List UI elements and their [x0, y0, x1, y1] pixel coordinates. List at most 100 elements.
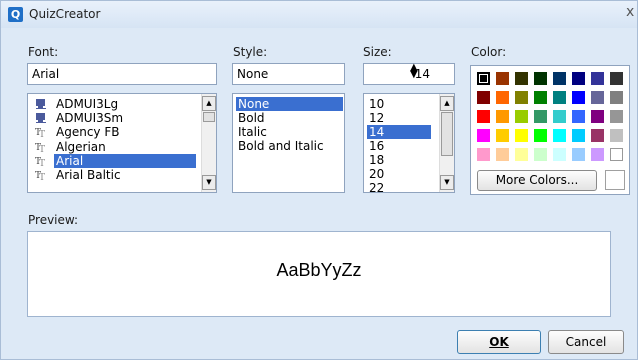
more-colors-button[interactable]: More Colors...: [477, 170, 597, 191]
color-swatch[interactable]: [496, 129, 509, 142]
svg-text:T: T: [39, 159, 45, 167]
color-swatch[interactable]: [477, 91, 490, 104]
size-field[interactable]: 14: [363, 63, 455, 85]
font-label: Font:: [28, 45, 59, 59]
svg-text:T: T: [39, 130, 45, 138]
scroll-thumb[interactable]: [203, 112, 215, 122]
color-label: Color:: [471, 45, 507, 59]
size-list-item[interactable]: 12: [367, 111, 386, 125]
size-list-item[interactable]: 22: [367, 181, 386, 192]
scroll-thumb[interactable]: [441, 112, 453, 156]
truetype-font-icon: TT: [35, 169, 47, 183]
color-swatch[interactable]: [610, 110, 623, 123]
size-label: Size:: [363, 45, 392, 59]
truetype-font-icon: TT: [35, 126, 47, 140]
size-listbox[interactable]: 22 20 18 16 14 12 10 ▲ ▼: [363, 93, 455, 193]
color-swatch[interactable]: [496, 72, 509, 85]
color-swatch[interactable]: [515, 129, 528, 142]
color-swatch[interactable]: [477, 72, 490, 85]
font-list-item[interactable]: Agency FB: [54, 125, 121, 139]
color-swatch[interactable]: [591, 91, 604, 104]
title-bar: Q QuizCreator x: [1, 1, 637, 28]
style-field[interactable]: None: [232, 63, 345, 85]
svg-text:T: T: [39, 145, 45, 153]
color-swatch[interactable]: [610, 72, 623, 85]
color-swatch[interactable]: [572, 91, 585, 104]
font-name-field[interactable]: Arial: [27, 63, 217, 85]
color-swatch[interactable]: [553, 72, 566, 85]
font-list-item[interactable]: Algerian: [54, 140, 108, 154]
size-spinner[interactable]: ▲ ▼: [410, 63, 418, 80]
color-swatch[interactable]: [553, 148, 566, 161]
preview-box: AaBbYyZz: [27, 231, 611, 317]
font-list-item[interactable]: Arial Baltic: [54, 168, 123, 182]
spin-down-icon[interactable]: ▼: [410, 70, 418, 80]
color-swatch[interactable]: [553, 129, 566, 142]
color-swatch[interactable]: [534, 129, 547, 142]
font-scrollbar[interactable]: ▲ ▼: [201, 94, 216, 192]
style-list-item[interactable]: Bold and Italic: [236, 139, 326, 153]
color-swatch[interactable]: [591, 148, 604, 161]
color-swatch[interactable]: [572, 110, 585, 123]
color-swatch[interactable]: [591, 72, 604, 85]
color-swatch[interactable]: [496, 148, 509, 161]
preview-sample: AaBbYyZz: [276, 260, 362, 280]
color-swatch[interactable]: [534, 91, 547, 104]
size-scrollbar[interactable]: ▲ ▼: [439, 94, 454, 192]
font-dialog: Q QuizCreator x Font: Arial ▲ ▼ ADMUI3Lg…: [0, 0, 638, 360]
color-swatch[interactable]: [534, 110, 547, 123]
style-listbox[interactable]: None Bold Italic Bold and Italic: [232, 93, 345, 193]
size-list-item[interactable]: 20: [367, 167, 386, 181]
color-swatch[interactable]: [477, 129, 490, 142]
cancel-button[interactable]: Cancel: [548, 330, 624, 354]
color-swatch[interactable]: [553, 110, 566, 123]
style-label: Style:: [233, 45, 268, 59]
raster-font-icon: [35, 98, 47, 110]
preview-label: Preview:: [28, 213, 79, 227]
style-list-item[interactable]: None: [236, 97, 343, 111]
color-swatch[interactable]: [477, 148, 490, 161]
color-swatch[interactable]: [572, 148, 585, 161]
custom-color-swatch[interactable]: [605, 170, 625, 190]
color-swatch[interactable]: [610, 91, 623, 104]
color-swatch[interactable]: [591, 110, 604, 123]
svg-text:T: T: [39, 173, 45, 181]
font-list-item[interactable]: ADMUI3Lg: [54, 97, 120, 111]
size-list-item[interactable]: 14: [367, 125, 431, 139]
color-swatch[interactable]: [515, 148, 528, 161]
color-palette: More Colors...: [470, 65, 630, 195]
ok-button[interactable]: OK: [457, 330, 541, 354]
color-swatch[interactable]: [515, 110, 528, 123]
color-swatch[interactable]: [572, 129, 585, 142]
color-swatch[interactable]: [553, 91, 566, 104]
color-swatch[interactable]: [477, 110, 490, 123]
color-swatch[interactable]: [610, 129, 623, 142]
color-swatch[interactable]: [572, 72, 585, 85]
font-list-item[interactable]: ADMUI3Sm: [54, 111, 125, 125]
truetype-font-icon: TT: [35, 141, 47, 155]
font-listbox[interactable]: ▲ ▼ ADMUI3Lg ADMUI3Sm T T Agency FB T T Algeria…: [27, 93, 217, 193]
color-swatch[interactable]: [591, 129, 604, 142]
color-swatch[interactable]: [534, 72, 547, 85]
color-swatch[interactable]: [515, 72, 528, 85]
raster-font-icon: [35, 112, 47, 124]
ok-button-label: OK: [489, 335, 509, 349]
scroll-up-button[interactable]: ▲: [202, 96, 216, 111]
scroll-down-button[interactable]: ▼: [202, 175, 216, 190]
color-swatch[interactable]: [515, 91, 528, 104]
color-swatch[interactable]: [496, 91, 509, 104]
size-list-item[interactable]: 18: [367, 153, 386, 167]
color-swatch[interactable]: [534, 148, 547, 161]
cancel-button-label: Cancel: [565, 335, 607, 349]
color-swatch[interactable]: [610, 148, 623, 161]
color-swatch[interactable]: [496, 110, 509, 123]
font-list-item[interactable]: Arial: [54, 153, 196, 168]
style-list-item[interactable]: Italic: [236, 125, 269, 139]
size-list-item[interactable]: 10: [367, 97, 386, 111]
size-list-item[interactable]: 16: [367, 139, 386, 153]
scroll-up-button[interactable]: ▲: [440, 96, 454, 111]
close-button[interactable]: x: [626, 4, 634, 20]
style-list-item[interactable]: Bold: [236, 111, 267, 125]
truetype-font-icon: TT: [35, 155, 47, 169]
scroll-down-button[interactable]: ▼: [440, 175, 454, 190]
